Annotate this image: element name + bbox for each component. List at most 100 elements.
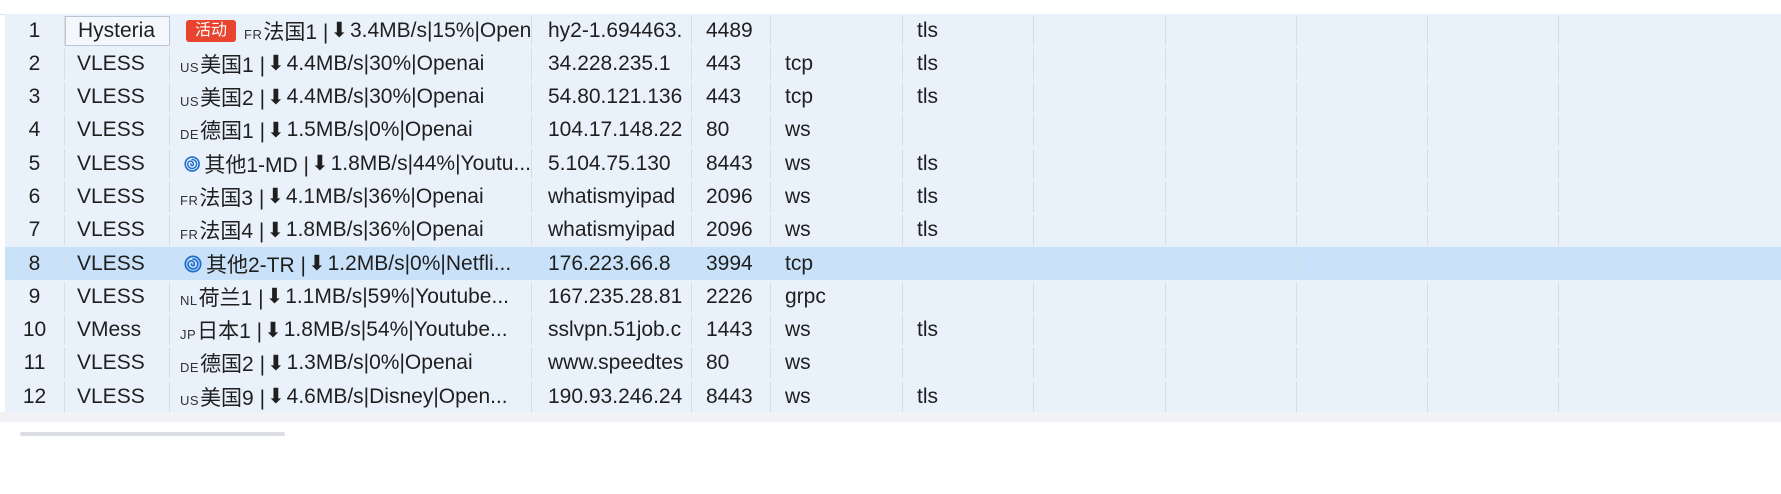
row-index: 11 bbox=[5, 348, 65, 379]
server-row-10[interactable]: 10 VMess JP 日本1 | ⬇ 1.8MB/s|54%|Youtube.… bbox=[5, 313, 1781, 347]
security-type bbox=[903, 248, 1034, 279]
row-index: 5 bbox=[5, 148, 65, 179]
download-arrow-icon: ⬇ bbox=[267, 52, 285, 76]
server-row-9[interactable]: 9 VLESS NL 荷兰1 | ⬇ 1.1MB/s|59%|Youtube..… bbox=[5, 280, 1781, 314]
empty-cell bbox=[1166, 115, 1297, 146]
server-rows: 1 Hysteria 活动 FR 法国1 | ⬇ 3.4MB/s|15%|Ope… bbox=[5, 14, 1781, 414]
server-stats: 1.8MB/s|44%|Youtu... bbox=[330, 151, 531, 175]
empty-cell bbox=[1428, 315, 1559, 346]
empty-cell bbox=[1428, 181, 1559, 212]
protocol-type: VLESS bbox=[65, 82, 170, 113]
empty-cell bbox=[1297, 348, 1428, 379]
empty-cell bbox=[1034, 281, 1166, 312]
download-arrow-icon: ⬇ bbox=[266, 185, 284, 209]
server-row-3[interactable]: 3 VLESS US 美国2 | ⬇ 4.4MB/s|30%|Openai 54… bbox=[5, 80, 1781, 114]
empty-cell bbox=[1166, 348, 1297, 379]
server-row-6[interactable]: 6 VLESS FR 法国3 | ⬇ 4.1MB/s|36%|Openai wh… bbox=[5, 180, 1781, 214]
network-type: ws bbox=[771, 381, 903, 412]
server-row-1[interactable]: 1 Hysteria 活动 FR 法国1 | ⬇ 3.4MB/s|15%|Ope… bbox=[5, 14, 1781, 48]
server-name: US 美国9 | ⬇ 4.6MB/s|Disney|Open... bbox=[170, 381, 532, 412]
empty-cell bbox=[1166, 315, 1297, 346]
empty-cell bbox=[1166, 48, 1297, 79]
server-row-8[interactable]: 8 VLESS 其他2-TR | ⬇ 1.2MB/s|0%|Netfli... … bbox=[5, 247, 1781, 281]
server-name: 活动 FR 法国1 | ⬇ 3.4MB/s|15%|Openai bbox=[170, 15, 532, 46]
empty-cell bbox=[1034, 115, 1166, 146]
server-name-text: 荷兰1 | bbox=[198, 286, 264, 310]
download-arrow-icon: ⬇ bbox=[264, 318, 282, 342]
server-row-5[interactable]: 5 VLESS 其他1-MD | ⬇ 1.8MB/s|44%|Youtu... … bbox=[5, 147, 1781, 181]
server-row-12[interactable]: 12 VLESS US 美国9 | ⬇ 4.6MB/s|Disney|Open.… bbox=[5, 380, 1781, 414]
country-code: US bbox=[180, 60, 200, 76]
server-address: 167.235.28.81 bbox=[532, 281, 692, 312]
protocol-type: VMess bbox=[65, 315, 170, 346]
server-address: whatismyipad bbox=[532, 181, 692, 212]
server-name: US 美国1 | ⬇ 4.4MB/s|30%|Openai bbox=[170, 48, 532, 79]
active-badge: 活动 bbox=[186, 19, 237, 42]
security-type: tls bbox=[903, 181, 1034, 212]
server-port: 1443 bbox=[692, 315, 771, 346]
download-arrow-icon: ⬇ bbox=[267, 118, 285, 142]
server-row-4[interactable]: 4 VLESS DE 德国1 | ⬇ 1.5MB/s|0%|Openai 104… bbox=[5, 113, 1781, 148]
table-header-edge bbox=[0, 0, 1781, 15]
empty-cell bbox=[1428, 281, 1559, 312]
network-type: tcp bbox=[771, 48, 903, 79]
empty-cell bbox=[1166, 181, 1297, 212]
row-index: 8 bbox=[5, 248, 65, 279]
server-row-2[interactable]: 2 VLESS US 美国1 | ⬇ 4.4MB/s|30%|Openai 34… bbox=[5, 47, 1781, 81]
server-stats: 4.1MB/s|36%|Openai bbox=[285, 184, 484, 208]
row-index: 9 bbox=[5, 281, 65, 312]
horizontal-scrollbar-track[interactable] bbox=[0, 412, 1781, 422]
server-name: JP 日本1 | ⬇ 1.8MB/s|54%|Youtube... bbox=[170, 315, 532, 346]
protocol-type: VLESS bbox=[65, 148, 170, 179]
empty-cell bbox=[1297, 215, 1428, 246]
server-row-7[interactable]: 7 VLESS FR 法国4 | ⬇ 1.8MB/s|36%|Openai wh… bbox=[5, 213, 1781, 248]
horizontal-scrollbar-thumb[interactable] bbox=[20, 432, 285, 436]
row-index: 10 bbox=[5, 315, 65, 346]
empty-cell bbox=[1297, 181, 1428, 212]
empty-cell bbox=[1297, 48, 1428, 79]
row-index: 3 bbox=[5, 82, 65, 113]
network-type: ws bbox=[771, 348, 903, 379]
country-code: US bbox=[180, 93, 200, 109]
empty-cell bbox=[1428, 215, 1559, 246]
server-stats: 1.8MB/s|36%|Openai bbox=[285, 218, 484, 242]
swirl-icon bbox=[184, 155, 200, 172]
server-name: 其他1-MD | ⬇ 1.8MB/s|44%|Youtu... bbox=[170, 148, 532, 179]
security-type: tls bbox=[903, 148, 1034, 179]
empty-cell bbox=[1297, 82, 1428, 113]
server-address: www.speedtes bbox=[532, 348, 692, 379]
empty-cell bbox=[1559, 49, 1741, 79]
empty-cell bbox=[1559, 282, 1741, 312]
server-name: DE 德国1 | ⬇ 1.5MB/s|0%|Openai bbox=[170, 115, 532, 146]
empty-cell bbox=[1166, 248, 1297, 279]
empty-cell bbox=[1166, 215, 1297, 246]
security-type bbox=[903, 115, 1034, 146]
empty-cell bbox=[1034, 315, 1166, 346]
protocol-type: VLESS bbox=[65, 248, 170, 279]
server-address: 190.93.246.24 bbox=[532, 381, 692, 412]
empty-cell bbox=[1297, 115, 1428, 146]
server-stats: 3.4MB/s|15%|Openai bbox=[349, 18, 532, 42]
security-type: tls bbox=[903, 48, 1034, 79]
download-arrow-icon: ⬇ bbox=[265, 285, 284, 309]
empty-cell bbox=[1034, 181, 1166, 212]
server-name: DE 德国2 | ⬇ 1.3MB/s|0%|Openai bbox=[170, 348, 532, 379]
empty-cell bbox=[1034, 82, 1166, 113]
server-address: whatismyipad bbox=[532, 215, 692, 246]
country-code: JP bbox=[180, 326, 197, 342]
download-arrow-icon: ⬇ bbox=[267, 385, 285, 409]
server-row-11[interactable]: 11 VLESS DE 德国2 | ⬇ 1.3MB/s|0%|Openai ww… bbox=[5, 346, 1781, 381]
download-arrow-icon: ⬇ bbox=[310, 152, 329, 176]
row-index: 1 bbox=[5, 15, 65, 46]
empty-cell bbox=[1034, 15, 1166, 46]
row-index: 2 bbox=[5, 48, 65, 79]
protocol-type: Hysteria bbox=[65, 15, 170, 46]
security-type: tls bbox=[903, 82, 1034, 113]
server-stats: 4.4MB/s|30%|Openai bbox=[286, 85, 485, 109]
server-address: 176.223.66.8 bbox=[532, 248, 692, 279]
server-name-text: 日本1 | bbox=[197, 320, 263, 344]
server-port: 8443 bbox=[692, 381, 771, 412]
empty-cell bbox=[1559, 16, 1741, 46]
server-name-text: 美国2 | bbox=[200, 87, 266, 111]
empty-cell bbox=[1559, 348, 1741, 378]
